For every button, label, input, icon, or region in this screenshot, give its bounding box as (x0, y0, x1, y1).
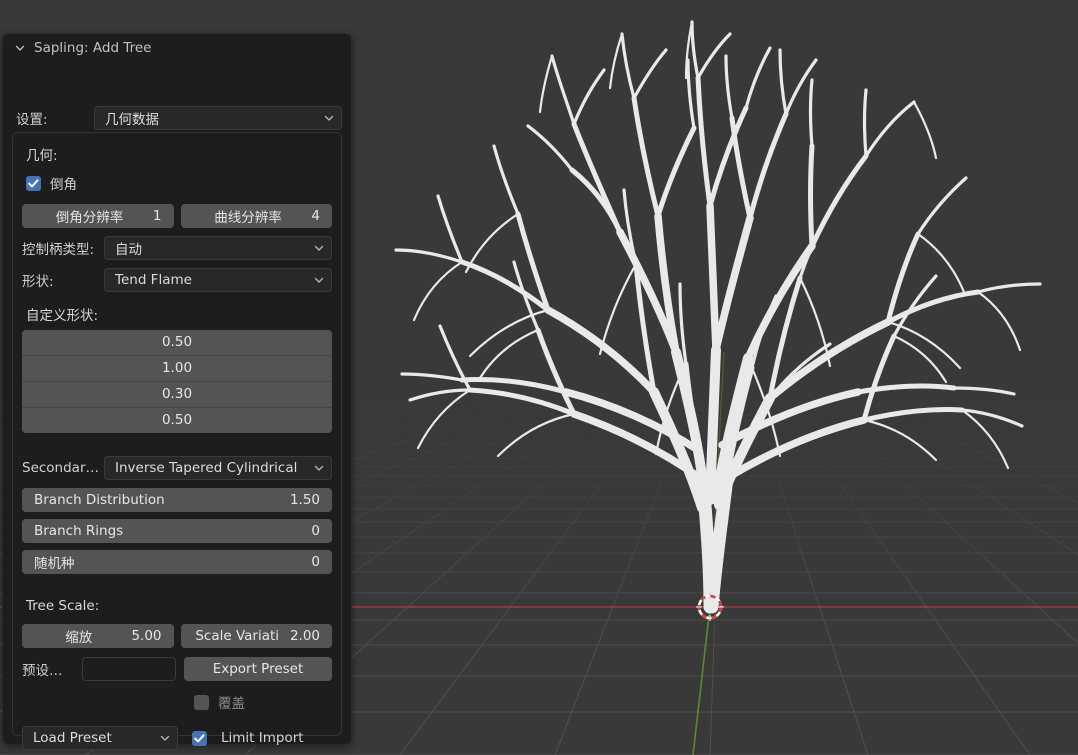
curve-resolution-value: 4 (311, 208, 320, 224)
scale-variation-field[interactable]: Scale Variati 2.00 (180, 624, 332, 648)
preset-name-label: 预设… (22, 663, 63, 679)
export-preset-button[interactable]: Export Preset (184, 657, 332, 681)
tree-scale-row: 缩放 5.00 Scale Variati 2.00 (22, 624, 332, 648)
shape-label: 形状: (22, 274, 54, 290)
branch-rings-value: 0 (311, 523, 320, 539)
chevron-down-icon (159, 732, 171, 744)
bevel-label: 倒角 (50, 177, 77, 193)
scale-variation-value: 2.00 (289, 628, 320, 644)
bevel-resolution-label: 倒角分辨率 (55, 210, 124, 226)
bevel-checkbox[interactable] (26, 175, 41, 191)
secondary-splits-label: Secondar… (22, 460, 100, 476)
scale-variation-label: Scale Variati (195, 628, 280, 644)
branch-rings-row: Branch Rings 0 (22, 519, 332, 543)
overwrite-label: 覆盖 (218, 696, 245, 712)
geometry-subpanel: 几何: 倒角 倒角分辨率 1 曲线分辨率 4 控制柄类型: 自动 形状: Ten… (12, 132, 342, 750)
custom-shape-item[interactable]: 0.30 (22, 382, 332, 408)
branch-distribution-field[interactable]: Branch Distribution 1.50 (22, 488, 332, 512)
handle-type-value: 自动 (115, 242, 142, 258)
load-preset-value: Load Preset (33, 730, 112, 746)
scale-label: 缩放 (65, 630, 93, 646)
custom-shape-label: 自定义形状: (26, 308, 99, 324)
operator-redo-panel: Sapling: Add Tree 设置: 几何数据 几何: 倒角 倒角分辨率 … (2, 33, 352, 750)
handle-type-label: 控制柄类型: (22, 242, 95, 258)
preset-name-input[interactable] (82, 657, 176, 681)
load-preset-dropdown[interactable]: Load Preset (22, 726, 178, 750)
custom-shape-list: 0.50 1.00 0.30 0.50 (22, 330, 332, 433)
chevron-down-icon (313, 462, 325, 474)
random-seed-label: 随机种 (34, 556, 75, 572)
branch-distribution-label: Branch Distribution (34, 492, 165, 508)
overwrite-row: 覆盖 (22, 692, 332, 712)
panel-header[interactable]: Sapling: Add Tree (3, 34, 351, 62)
random-seed-value: 0 (311, 554, 320, 570)
bevel-resolution-field[interactable]: 倒角分辨率 1 (22, 204, 174, 228)
handle-type-dropdown[interactable]: 自动 (104, 236, 332, 260)
chevron-down-icon[interactable] (15, 43, 25, 53)
settings-row: 设置: 几何数据 (16, 106, 342, 130)
custom-shape-item[interactable]: 0.50 (22, 330, 332, 356)
random-seed-field[interactable]: 随机种 0 (22, 550, 332, 574)
bevel-resolution-value: 1 (152, 208, 162, 224)
3d-cursor-icon (696, 593, 724, 621)
scale-field[interactable]: 缩放 5.00 (22, 624, 174, 648)
shape-row: 形状: Tend Flame (22, 268, 332, 292)
chevron-down-icon (313, 274, 325, 286)
secondary-splits-value: Inverse Tapered Cylindrical (115, 460, 298, 476)
branch-distribution-value: 1.50 (289, 492, 320, 508)
geometry-section-label: 几何: (26, 148, 58, 164)
settings-dropdown-value: 几何数据 (105, 112, 159, 128)
settings-dropdown[interactable]: 几何数据 (94, 106, 342, 130)
bevel-row: 倒角 (26, 173, 332, 193)
preset-row: 预设… Export Preset (22, 657, 332, 681)
shape-value: Tend Flame (115, 272, 192, 288)
custom-shape-item[interactable]: 0.50 (22, 408, 332, 433)
custom-shape-item[interactable]: 1.00 (22, 356, 332, 382)
limit-import-checkbox[interactable] (192, 730, 207, 746)
scale-value: 5.00 (131, 628, 162, 644)
export-preset-label: Export Preset (212, 661, 304, 677)
chevron-down-icon (323, 112, 335, 124)
branch-rings-field[interactable]: Branch Rings 0 (22, 519, 332, 543)
curve-resolution-label: 曲线分辨率 (214, 210, 282, 226)
branch-rings-label: Branch Rings (34, 523, 124, 539)
load-preset-row: Load Preset Limit Import (22, 726, 332, 750)
secondary-splits-row: Secondar… Inverse Tapered Cylindrical (22, 456, 332, 480)
overwrite-checkbox[interactable] (194, 694, 209, 710)
curve-resolution-field[interactable]: 曲线分辨率 4 (180, 204, 332, 228)
resolution-row: 倒角分辨率 1 曲线分辨率 4 (22, 204, 332, 228)
panel-title: Sapling: Add Tree (34, 40, 152, 56)
branch-distribution-row: Branch Distribution 1.50 (22, 488, 332, 512)
tree-scale-section-label: Tree Scale: (26, 598, 100, 614)
settings-label: 设置: (16, 112, 48, 128)
chevron-down-icon (313, 242, 325, 254)
shape-dropdown[interactable]: Tend Flame (104, 268, 332, 292)
limit-import-label: Limit Import (221, 730, 304, 746)
handle-type-row: 控制柄类型: 自动 (22, 236, 332, 260)
random-seed-row: 随机种 0 (22, 550, 332, 574)
secondary-splits-dropdown[interactable]: Inverse Tapered Cylindrical (104, 456, 332, 480)
